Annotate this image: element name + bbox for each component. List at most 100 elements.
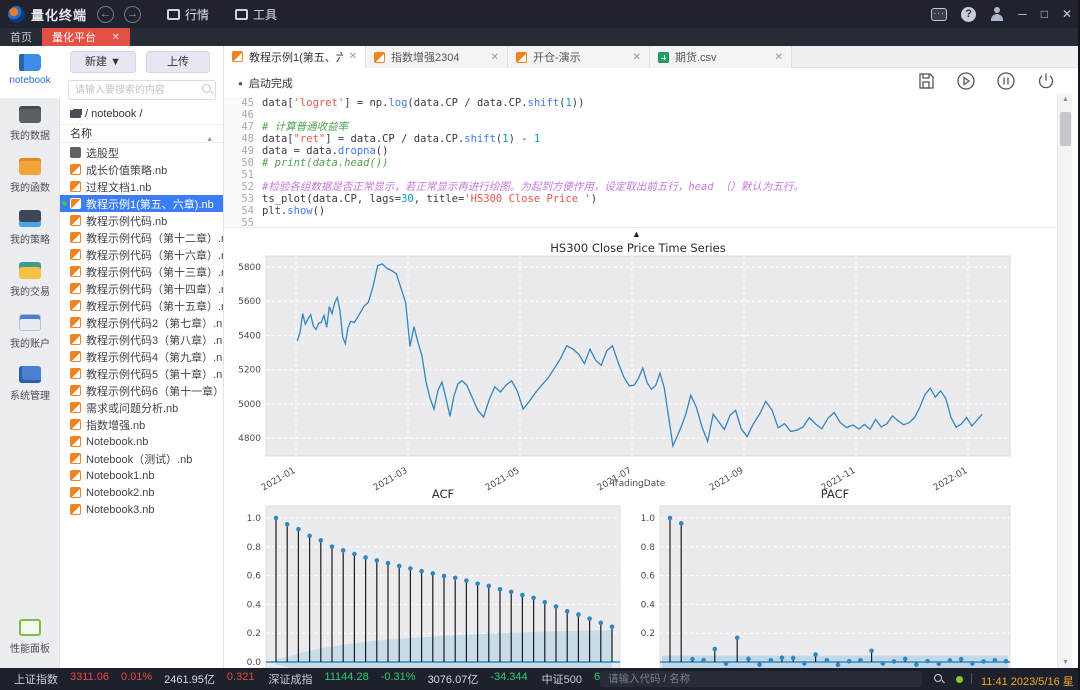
file-row[interactable]: 教程示例代码6（第十一章）.nb <box>60 382 223 399</box>
file-row[interactable]: 成长价值策略.nb <box>60 161 223 178</box>
pacf-dot <box>757 662 762 667</box>
file-row[interactable]: 需求或问题分析.nb <box>60 399 223 416</box>
file-row[interactable]: 教程示例代码（第十四章）.nb <box>60 280 223 297</box>
doc-tab[interactable]: 教程示例1(第五、六章).nb✕ <box>224 46 366 68</box>
sidebar-item-性能面板[interactable]: 性能面板 <box>0 611 60 663</box>
doc-tab[interactable]: 指数增强2304✕ <box>366 46 508 68</box>
acf-dot <box>464 578 469 583</box>
file-row[interactable]: Notebook2.nb <box>60 484 223 501</box>
file-row[interactable]: 教程示例代码（第十六章）.nb <box>60 246 223 263</box>
menu-tools[interactable]: 工具 <box>235 6 277 23</box>
upload-button[interactable]: 上传 <box>146 51 210 73</box>
pacf-dot <box>791 656 796 661</box>
sidebar-item-我的数据[interactable]: 我的数据 <box>0 98 60 150</box>
y-tick-label: 5400 <box>238 331 261 341</box>
run-icon[interactable] <box>956 71 976 91</box>
breadcrumb[interactable]: / notebook / <box>70 108 143 120</box>
sidebar-item-我的交易[interactable]: 我的交易 <box>0 254 60 306</box>
pacf-dot <box>948 658 953 663</box>
file-list: 选股型成长价值策略.nb过程文档1.nb教程示例1(第五、六章).nb教程示例代… <box>60 144 223 518</box>
sidebar-item-系统管理[interactable]: 系统管理 <box>0 358 60 410</box>
y-tick-label: 5200 <box>238 366 261 376</box>
sidebar-item-我的账户[interactable]: 我的账户 <box>0 306 60 358</box>
acf-dot <box>341 548 346 553</box>
file-list-header[interactable]: 名称 ▲ <box>60 124 223 143</box>
acf-dot <box>375 558 380 563</box>
back-icon[interactable]: ← <box>97 6 114 23</box>
pacf-dot <box>780 655 785 660</box>
user-icon[interactable] <box>990 7 1004 21</box>
minimize-button[interactable]: ─ <box>1018 7 1027 21</box>
file-row[interactable]: 教程示例代码3（第八章）.nb <box>60 331 223 348</box>
vertical-scrollbar[interactable]: ▲ ▼ <box>1057 94 1072 668</box>
save-icon[interactable] <box>916 71 936 91</box>
new-button[interactable]: 新建 ▼ <box>70 51 136 73</box>
forward-icon[interactable]: → <box>124 6 141 23</box>
acf-dot <box>330 544 335 549</box>
folder-icon <box>70 149 81 158</box>
pause-icon[interactable] <box>996 71 1016 91</box>
code-editor[interactable]: 4546474849505152535455 data['logret'] = … <box>224 94 1057 227</box>
csv-file-icon <box>658 52 669 63</box>
sidebar-item-notebook[interactable]: notebook <box>0 46 60 98</box>
file-row[interactable]: Notebook1.nb <box>60 467 223 484</box>
page-tab-quant-platform[interactable]: 量化平台✕ <box>42 28 130 46</box>
notebook-file-icon <box>70 164 81 175</box>
close-tab-icon[interactable]: ✕ <box>633 52 641 63</box>
file-row[interactable]: 教程示例代码（第十二章）.nb <box>60 229 223 246</box>
page-tab-label: 首页 <box>10 29 32 45</box>
ticker-search-input[interactable] <box>600 671 922 687</box>
file-row[interactable]: Notebook（测试）.nb <box>60 450 223 467</box>
chat-icon[interactable]: ··· <box>931 8 947 21</box>
file-row[interactable]: 教程示例1(第五、六章).nb <box>60 195 223 212</box>
file-row[interactable]: Notebook.nb <box>60 433 223 450</box>
search-icon[interactable] <box>934 674 942 682</box>
running-dot <box>62 201 67 206</box>
y-tick-label: 5000 <box>238 400 261 410</box>
close-tab-icon[interactable]: ✕ <box>112 32 120 43</box>
maximize-button[interactable]: □ <box>1041 7 1048 21</box>
file-row[interactable]: 指数增强.nb <box>60 416 223 433</box>
quote-field: 2461.95亿 <box>164 671 215 687</box>
scrollbar-thumb[interactable] <box>1060 112 1071 146</box>
close-button[interactable]: ✕ <box>1062 7 1072 21</box>
file-row[interactable]: 教程示例代码（第十三章）.nb <box>60 263 223 280</box>
close-tab-icon[interactable]: ✕ <box>349 51 357 62</box>
file-name: 需求或问题分析.nb <box>86 400 178 416</box>
file-row[interactable]: 教程示例代码4（第九章）.nb <box>60 348 223 365</box>
scroll-down-icon[interactable]: ▼ <box>1058 659 1073 666</box>
file-row[interactable]: 教程示例代码.nb <box>60 212 223 229</box>
doc-tab-label: 开仓-演示 <box>533 49 581 65</box>
sidebar-item-我的函数[interactable]: 我的函数 <box>0 150 60 202</box>
file-row[interactable]: Notebook3.nb <box>60 501 223 518</box>
file-row[interactable]: 选股型 <box>60 144 223 161</box>
acf-dot <box>475 582 480 587</box>
file-name: 教程示例代码（第十四章）.nb <box>86 281 223 297</box>
sidebar-item-我的策略[interactable]: 我的策略 <box>0 202 60 254</box>
sidebar-item-label: 性能面板 <box>0 640 60 655</box>
quote-field: 3311.06 <box>70 671 109 687</box>
close-tab-icon[interactable]: ✕ <box>775 52 783 63</box>
file-row[interactable]: 教程示例代码5（第十章）.nb <box>60 365 223 382</box>
tools-icon <box>235 9 248 20</box>
doc-tab[interactable]: 期货.csv✕ <box>650 46 792 68</box>
scroll-up-icon[interactable]: ▲ <box>1058 96 1073 103</box>
help-icon[interactable]: ? <box>961 7 976 22</box>
shutdown-icon[interactable] <box>1036 71 1056 91</box>
doc-tab[interactable]: 开仓-演示 ✕ <box>508 46 650 68</box>
page-tab-home[interactable]: 首页 <box>0 28 42 46</box>
menu-market[interactable]: 行情 <box>167 6 209 23</box>
close-tab-icon[interactable]: ✕ <box>491 52 499 63</box>
pacf-dot <box>869 648 874 653</box>
file-row[interactable]: 过程文档1.nb <box>60 178 223 195</box>
file-name: 教程示例代码.nb <box>86 213 167 229</box>
code-line: plt.show() <box>262 205 804 217</box>
notebook-file-icon <box>70 385 81 396</box>
acf-dot <box>487 584 492 589</box>
document-tab-bar: 教程示例1(第五、六章).nb✕指数增强2304✕开仓-演示✕期货.csv✕ <box>224 46 1078 68</box>
file-row[interactable]: 教程示例代码（第十五章）.nb <box>60 297 223 314</box>
file-row[interactable]: 教程示例代码2（第七章）.nb <box>60 314 223 331</box>
file-search-input[interactable] <box>68 80 216 100</box>
acf-dot <box>576 612 581 617</box>
acf-dot <box>520 593 525 598</box>
